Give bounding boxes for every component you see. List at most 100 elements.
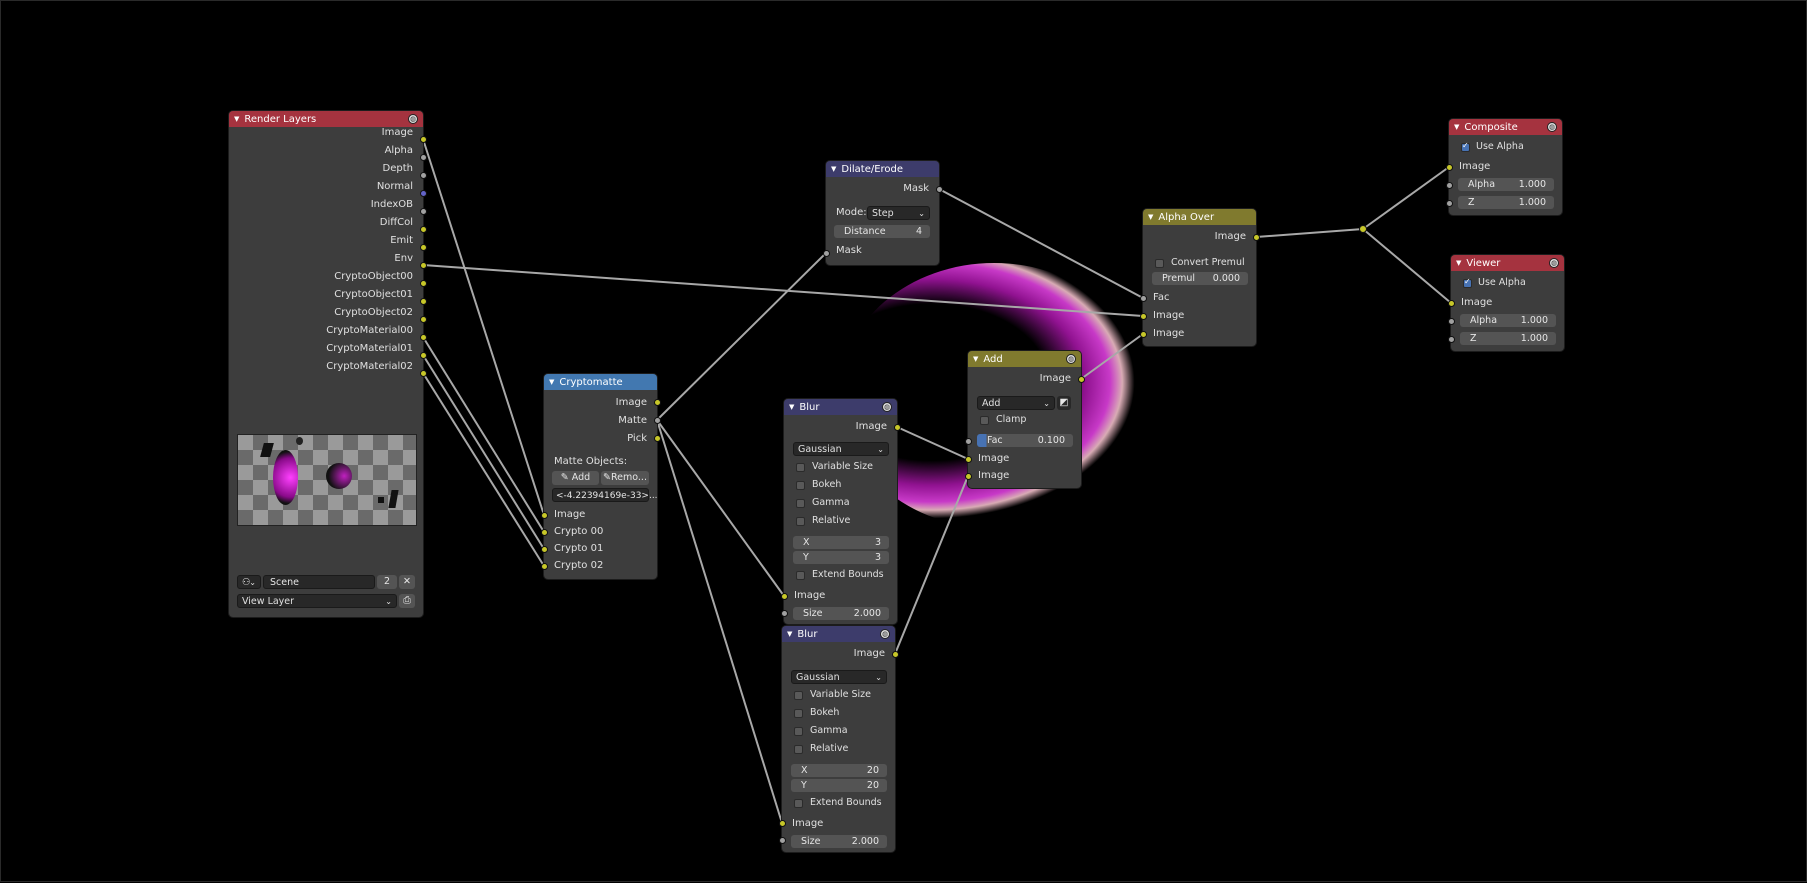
collapse-icon[interactable]: ▼ (831, 165, 836, 173)
render-layers-header[interactable]: ▼ Render Layers ◍ (229, 111, 423, 127)
cryptomatte-crypto01-input-socket[interactable] (540, 545, 548, 553)
render-layers-output-socket[interactable] (419, 351, 427, 359)
render-layers-output-socket[interactable] (419, 207, 427, 215)
dilate-erode-header[interactable]: ▼ Dilate/Erode (826, 161, 939, 177)
variable-size-checkbox[interactable] (796, 463, 805, 472)
render-icon[interactable]: ◍ (882, 402, 892, 412)
blur1-image-input-socket[interactable] (780, 592, 788, 600)
render-layers-output-socket[interactable] (419, 333, 427, 341)
collapse-icon[interactable]: ▼ (234, 115, 239, 123)
render-layers-output-socket[interactable] (419, 153, 427, 161)
size-y-field[interactable]: Y 20 (791, 779, 887, 792)
render-icon[interactable]: ◍ (1066, 354, 1076, 364)
collapse-icon[interactable]: ▼ (973, 355, 978, 363)
convert-premul-checkbox[interactable] (1155, 259, 1164, 268)
bokeh-checkbox[interactable] (794, 709, 803, 718)
render-layers-output-socket[interactable] (419, 225, 427, 233)
collapse-icon[interactable]: ▼ (789, 403, 794, 411)
render-layers-output-socket[interactable] (419, 279, 427, 287)
composite-header[interactable]: ▼ Composite ◍ (1449, 119, 1562, 135)
add-fac-input-socket[interactable] (964, 437, 972, 445)
gamma-checkbox[interactable] (796, 499, 805, 508)
alpha-over-image-output-socket[interactable] (1252, 233, 1260, 241)
cryptomatte-image-output-socket[interactable] (653, 398, 661, 406)
z-field[interactable]: Z 1.000 (1460, 332, 1556, 345)
extend-bounds-checkbox[interactable] (794, 799, 803, 808)
use-alpha-toggle[interactable]: ◩ (1057, 396, 1071, 410)
matte-id-field[interactable]: <-4.22394169e-33>... (552, 488, 658, 502)
alpha-over-image1-input-socket[interactable] (1139, 312, 1147, 320)
render-view-layer-button[interactable]: ⎙ (399, 594, 415, 608)
blur1-size-input-socket[interactable] (780, 609, 788, 617)
render-layers-node[interactable]: ▼ Render Layers ◍ Image Alpha Depth Normal I… (229, 111, 423, 617)
add-image1-input-socket[interactable] (964, 455, 972, 463)
blur-node-1[interactable]: ▼ Blur ◍ Image Gaussian ⌄ Variable Size B… (784, 399, 897, 624)
alpha-over-header[interactable]: ▼ Alpha Over (1143, 209, 1256, 225)
collapse-icon[interactable]: ▼ (1148, 213, 1153, 221)
blur1-image-output-socket[interactable] (893, 423, 901, 431)
blur-header[interactable]: ▼ Blur ◍ (784, 399, 897, 415)
composite-z-input-socket[interactable] (1445, 199, 1453, 207)
collapse-icon[interactable]: ▼ (787, 630, 792, 638)
render-layers-output-socket[interactable] (419, 243, 427, 251)
unlink-scene-button[interactable]: ✕ (399, 575, 415, 589)
node-editor-canvas[interactable]: ▼ Render Layers ◍ Image Alpha Depth Normal I… (0, 0, 1807, 882)
cryptomatte-crypto00-input-socket[interactable] (540, 528, 548, 536)
size-field[interactable]: Size 2.000 (793, 607, 889, 620)
fac-slider[interactable]: Fac 0.100 (977, 434, 1073, 447)
variable-size-checkbox[interactable] (794, 691, 803, 700)
scene-browse-button[interactable]: ⚇ ⌄ (237, 575, 261, 589)
add-image-output-socket[interactable] (1077, 375, 1085, 383)
alpha-over-fac-input-socket[interactable] (1139, 294, 1147, 302)
scene-selector[interactable]: ⚇ ⌄ Scene 2 ✕ (237, 575, 415, 589)
filter-type-dropdown[interactable]: Gaussian ⌄ (793, 442, 889, 456)
cryptomatte-crypto02-input-socket[interactable] (540, 562, 548, 570)
alpha-over-image2-input-socket[interactable] (1139, 330, 1147, 338)
render-icon[interactable]: ◍ (1549, 258, 1559, 268)
dilate-erode-node[interactable]: ▼ Dilate/Erode Mask Mode: Step ⌄ Distance… (826, 161, 939, 265)
blur2-size-input-socket[interactable] (778, 836, 786, 844)
relative-checkbox[interactable] (794, 745, 803, 754)
use-alpha-checkbox[interactable] (1461, 141, 1470, 152)
scene-name-field[interactable]: Scene (263, 575, 375, 589)
dilate-mask-input-socket[interactable] (822, 249, 830, 257)
add-mix-node[interactable]: ▼ Add ◍ Image Add ⌄ ◩ Clamp Fac 0.100 Ima… (968, 351, 1081, 488)
render-layers-output-socket[interactable] (419, 297, 427, 305)
mode-dropdown[interactable]: Step ⌄ (867, 206, 930, 220)
add-matte-button[interactable]: ✎ Add (552, 471, 599, 485)
distance-field[interactable]: Distance 4 (834, 225, 930, 238)
render-icon[interactable]: ◍ (1547, 122, 1557, 132)
view-layer-dropdown[interactable]: View Layer ⌄ (237, 594, 397, 608)
blur-node-2[interactable]: ▼ Blur ◍ Image Gaussian ⌄ Variable Size B… (782, 626, 895, 852)
z-field[interactable]: Z 1.000 (1458, 196, 1554, 209)
size-y-field[interactable]: Y3 (793, 551, 889, 564)
dilate-mask-output-socket[interactable] (935, 185, 943, 193)
viewer-image-input-socket[interactable] (1447, 299, 1455, 307)
composite-node[interactable]: ▼ Composite ◍ Use Alpha Image Alpha1.000… (1449, 119, 1562, 215)
gamma-checkbox[interactable] (794, 727, 803, 736)
alpha-field[interactable]: Alpha 1.000 (1458, 178, 1554, 191)
bokeh-checkbox[interactable] (796, 481, 805, 490)
cryptomatte-matte-output-socket[interactable] (653, 416, 661, 424)
remove-matte-button[interactable]: ✎Remo... (601, 471, 649, 485)
premul-field[interactable]: Premul 0.000 (1152, 272, 1248, 285)
view-layer-selector[interactable]: View Layer ⌄ ⎙ (237, 594, 415, 608)
blend-mode-dropdown[interactable]: Add ⌄ (977, 396, 1055, 410)
alpha-field[interactable]: Alpha 1.000 (1460, 314, 1556, 327)
render-icon[interactable]: ◍ (408, 114, 418, 124)
collapse-icon[interactable]: ▼ (549, 378, 554, 386)
blur2-image-output-socket[interactable] (891, 650, 899, 658)
composite-alpha-input-socket[interactable] (1445, 181, 1453, 189)
render-layers-output-socket[interactable] (419, 135, 427, 143)
viewer-node[interactable]: ▼ Viewer ◍ Use Alpha Image Alpha1.000 Z1… (1451, 255, 1564, 351)
cryptomatte-image-input-socket[interactable] (540, 511, 548, 519)
viewer-z-input-socket[interactable] (1447, 335, 1455, 343)
alpha-over-node[interactable]: ▼ Alpha Over Image Convert Premul Premul… (1143, 209, 1256, 346)
add-image2-input-socket[interactable] (964, 472, 972, 480)
size-x-field[interactable]: X3 (793, 536, 889, 549)
render-layers-output-socket[interactable] (419, 189, 427, 197)
size-field[interactable]: Size 2.000 (791, 835, 887, 848)
filter-type-dropdown[interactable]: Gaussian ⌄ (791, 670, 887, 684)
cryptomatte-pick-output-socket[interactable] (653, 434, 661, 442)
extend-bounds-checkbox[interactable] (796, 571, 805, 580)
